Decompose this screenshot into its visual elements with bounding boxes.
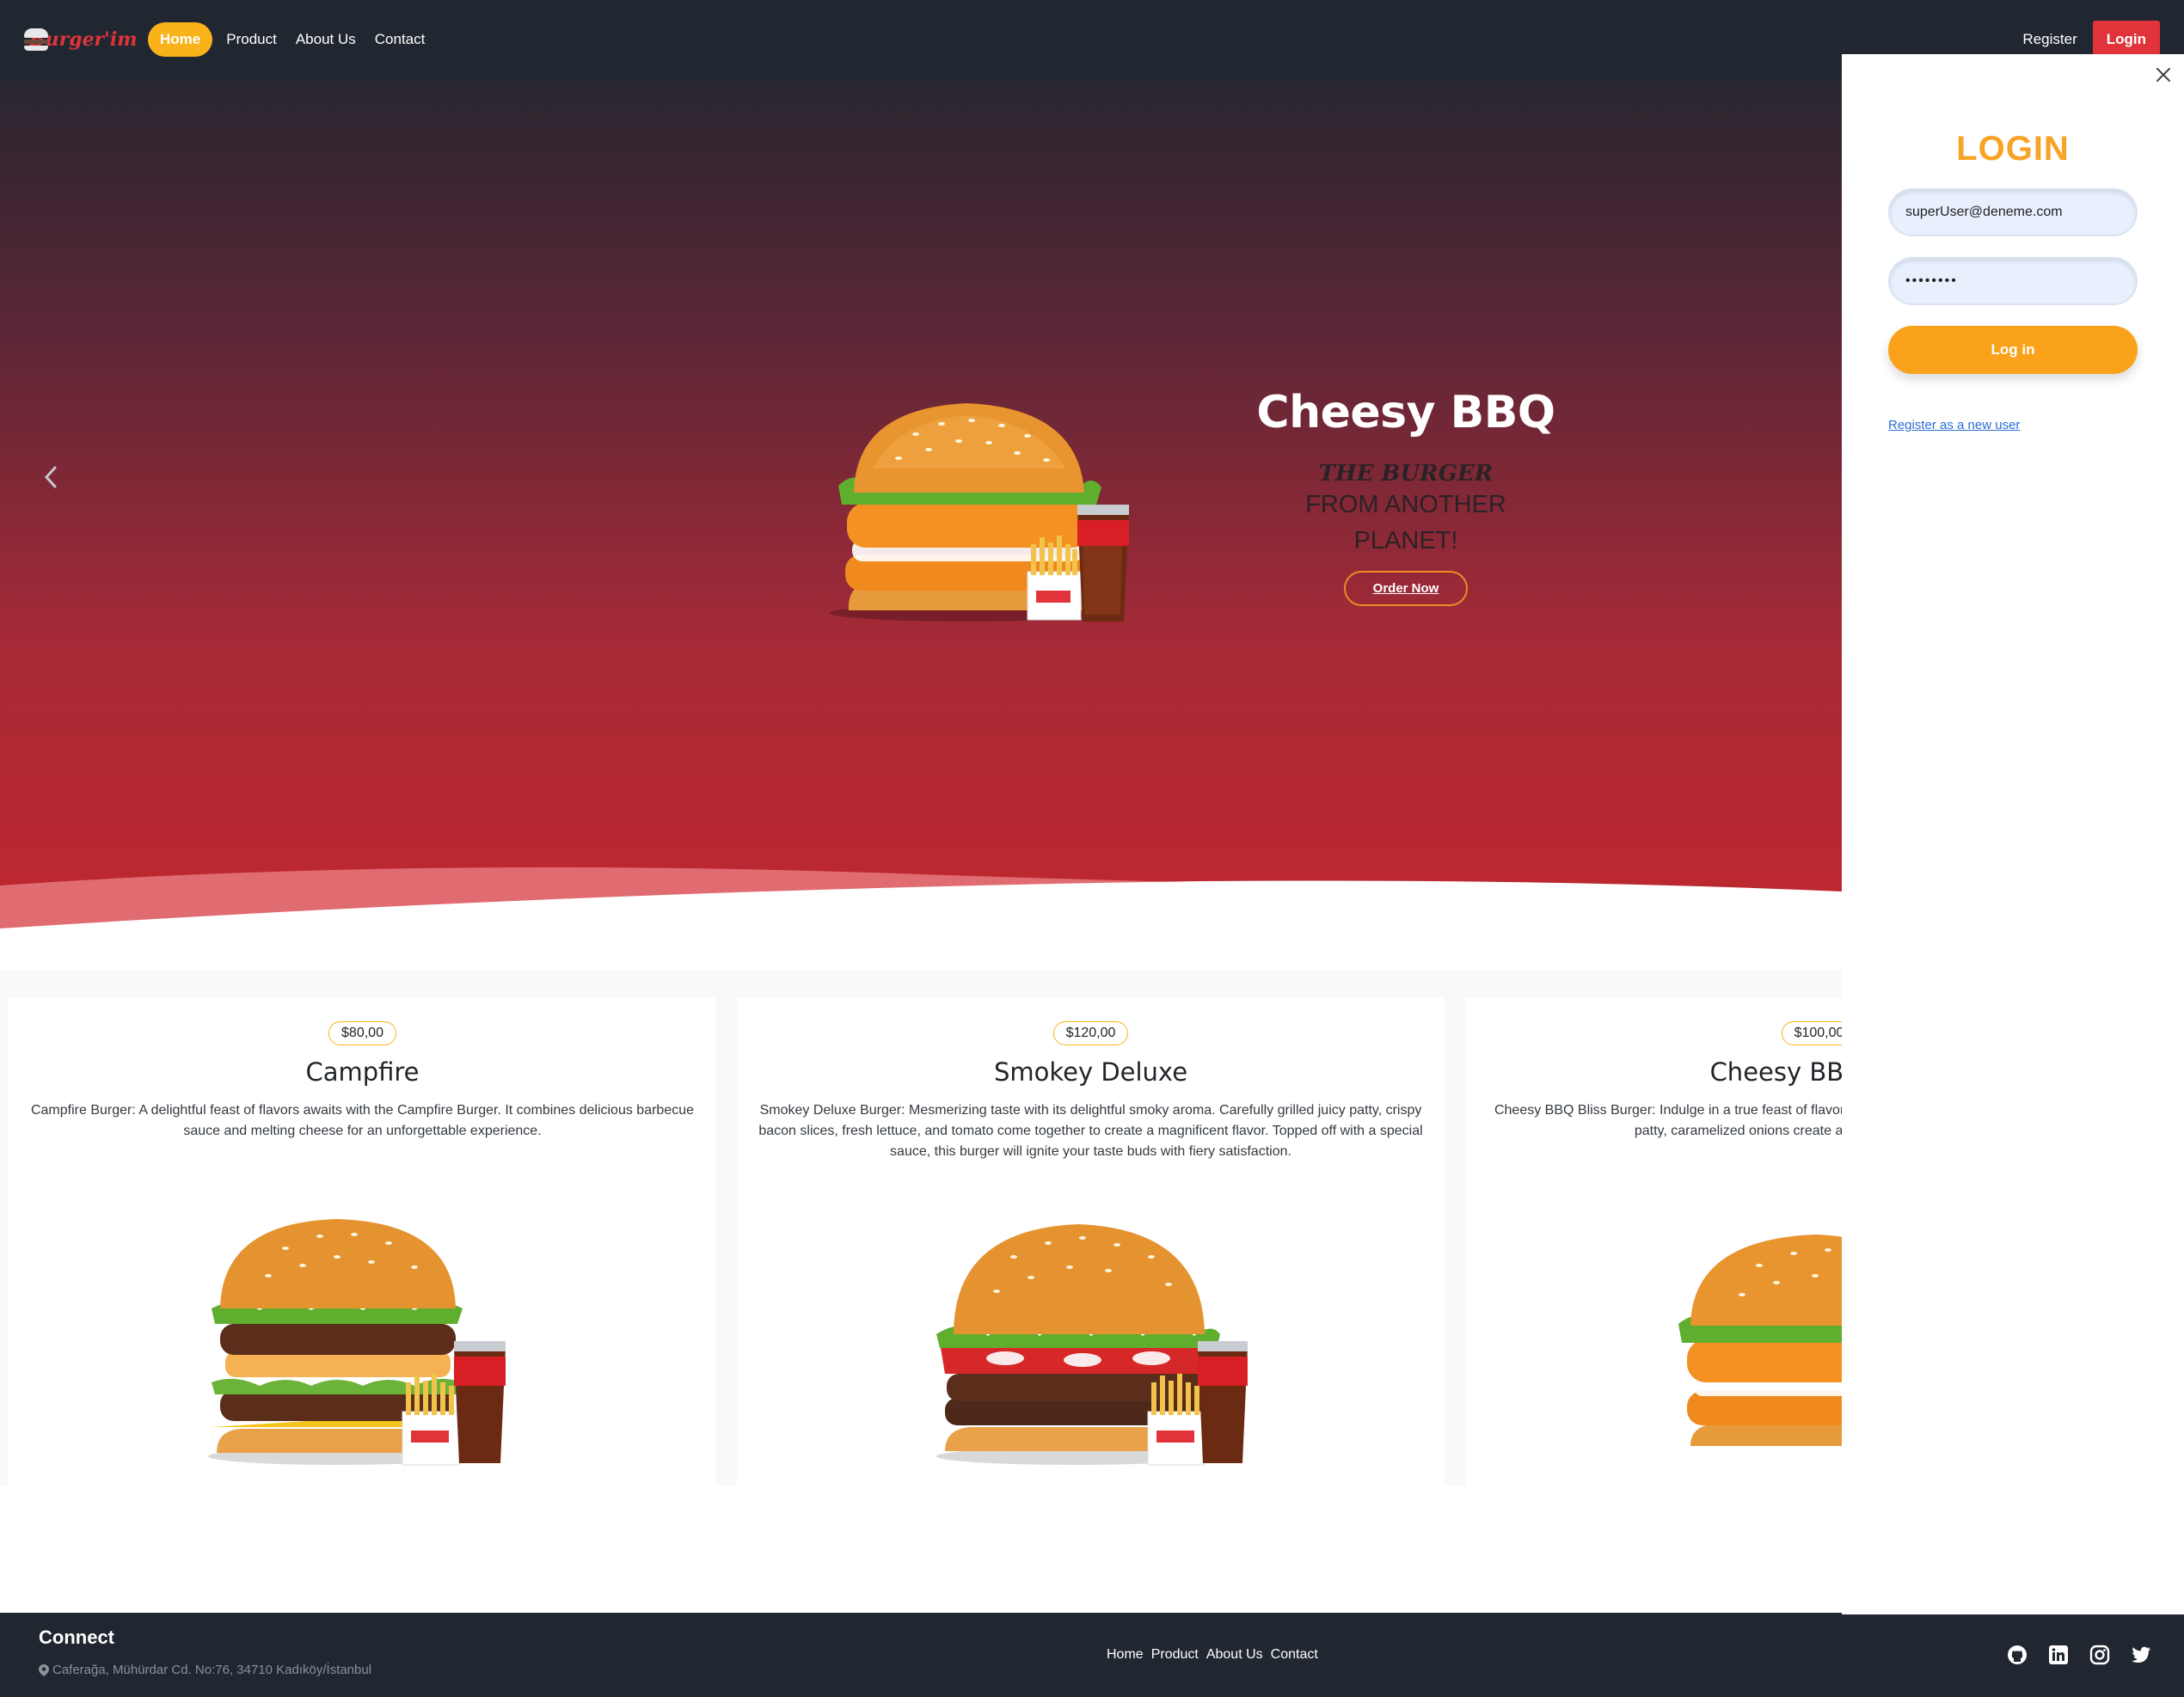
brand-logo[interactable]: Burger'im [24, 22, 138, 57]
carousel-prev-button[interactable] [38, 462, 64, 493]
hero-tagline-1: THE BURGER [1318, 461, 1494, 487]
product-name: Campfire [305, 1057, 420, 1087]
login-panel: LOGIN Log in Register as a new user [1842, 54, 2184, 1614]
instagram-icon[interactable] [2089, 1645, 2110, 1665]
footer-connect-title: Connect [39, 1627, 114, 1648]
nav-product[interactable]: Product [221, 22, 282, 57]
footer: Connect Caferağa, Mühürdar Cd. No:76, 34… [0, 1613, 2184, 1697]
price-badge: $80,00 [328, 1021, 396, 1045]
nav-auth: Register Login [2015, 21, 2160, 58]
product-description: Campfire Burger: A delightful feast of f… [30, 1103, 695, 1138]
close-icon [2156, 68, 2170, 82]
product-description: Cheesy BBQ Bliss Burger: Indulge in a tr… [1494, 1103, 1842, 1138]
campfire-burger-image [207, 1219, 506, 1466]
product-carousel: $80,00 Campfire Campfire Burger: A delig… [0, 970, 1842, 1486]
chevron-left-icon [44, 466, 57, 488]
product-card[interactable]: $120,00 Smokey Deluxe Smokey Deluxe Burg… [737, 997, 1445, 1486]
login-title: LOGIN [1956, 130, 2070, 168]
hero-tagline-2: FROM ANOTHER [1305, 491, 1506, 518]
smokey-deluxe-burger-image [936, 1224, 1248, 1466]
footer-social [2007, 1645, 2151, 1665]
nav-contact[interactable]: Contact [370, 22, 431, 57]
hero-tagline-3: PLANET! [1353, 527, 1458, 554]
address-text: Caferağa, Mühürdar Cd. No:76, 34710 Kadı… [52, 1663, 372, 1677]
password-input[interactable] [1888, 257, 2138, 305]
footer-link-home[interactable]: Home [1107, 1647, 1144, 1663]
close-panel-button[interactable] [2153, 64, 2174, 85]
cheesy-bbq-burger-image [1678, 1234, 1842, 1446]
product-name: Smokey Deluxe [993, 1057, 1188, 1087]
register-link[interactable]: Register [2015, 22, 2083, 57]
footer-link-about-us[interactable]: About Us [1206, 1647, 1263, 1663]
login-submit-button[interactable]: Log in [1888, 326, 2138, 374]
nav-home[interactable]: Home [148, 22, 213, 57]
hero-text: Cheesy BBQ THE BURGER FROM ANOTHER PLANE… [1230, 387, 1582, 606]
register-new-user-link[interactable]: Register as a new user [1888, 418, 2020, 432]
product-description: Smokey Deluxe Burger: Mesmerizing taste … [758, 1103, 1423, 1159]
login-button[interactable]: Login [2092, 21, 2160, 58]
map-pin-icon [39, 1663, 49, 1676]
price-badge: $120,00 [1052, 1021, 1129, 1045]
footer-nav: Home Product About Us Contact [1107, 1647, 1318, 1663]
nav-links: Home Product About Us Contact [148, 22, 430, 57]
linkedin-icon[interactable] [2048, 1645, 2069, 1665]
footer-link-contact[interactable]: Contact [1271, 1647, 1318, 1663]
footer-address: Caferağa, Mühürdar Cd. No:76, 34710 Kadı… [39, 1663, 371, 1677]
twitter-icon[interactable] [2131, 1645, 2151, 1665]
product-name: Cheesy BBQ Bliss [1709, 1057, 1842, 1087]
github-icon[interactable] [2007, 1645, 2028, 1665]
price-badge: $100,00 [1781, 1021, 1842, 1045]
product-card[interactable]: $100,00 Cheesy BBQ Bliss Cheesy BBQ Blis… [1465, 997, 1842, 1486]
order-now-button[interactable]: Order Now [1343, 571, 1469, 606]
email-input[interactable] [1888, 188, 2138, 236]
nav-about-us[interactable]: About Us [291, 22, 361, 57]
footer-link-product[interactable]: Product [1151, 1647, 1199, 1663]
hero-title: Cheesy BBQ [1256, 387, 1555, 438]
product-card[interactable]: $80,00 Campfire Campfire Burger: A delig… [9, 997, 716, 1486]
hero-burger-image [830, 403, 1129, 622]
